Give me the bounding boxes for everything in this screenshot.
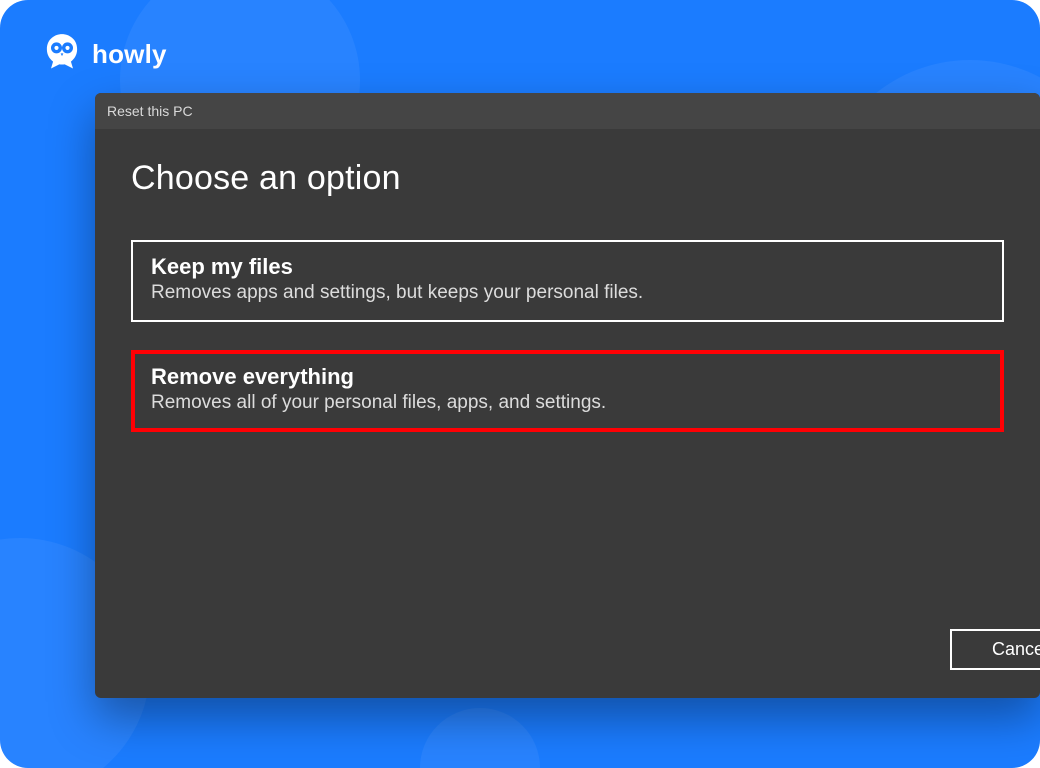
option-title: Remove everything (151, 364, 984, 390)
dialog-titlebar: Reset this PC (95, 93, 1040, 129)
option-title: Keep my files (151, 254, 984, 280)
option-remove-everything[interactable]: Remove everything Removes all of your pe… (131, 350, 1004, 432)
option-keep-my-files[interactable]: Keep my files Removes apps and settings,… (131, 240, 1004, 322)
cancel-button-label: Cancel (992, 639, 1040, 659)
dialog-heading: Choose an option (131, 159, 1004, 198)
owl-icon (40, 30, 84, 79)
cancel-button[interactable]: Cancel (950, 629, 1040, 670)
brand-name: howly (92, 39, 167, 70)
page-backdrop: howly Reset this PC Choose an option Kee… (0, 0, 1040, 768)
brand-logo: howly (40, 30, 167, 79)
option-description: Removes all of your personal files, apps… (151, 392, 984, 414)
dialog-footer: Cancel (950, 629, 1040, 670)
dialog-title: Reset this PC (107, 103, 193, 119)
reset-pc-dialog: Reset this PC Choose an option Keep my f… (95, 93, 1040, 698)
option-description: Removes apps and settings, but keeps you… (151, 282, 984, 304)
decorative-circle (420, 708, 540, 768)
dialog-content: Choose an option Keep my files Removes a… (95, 129, 1040, 698)
